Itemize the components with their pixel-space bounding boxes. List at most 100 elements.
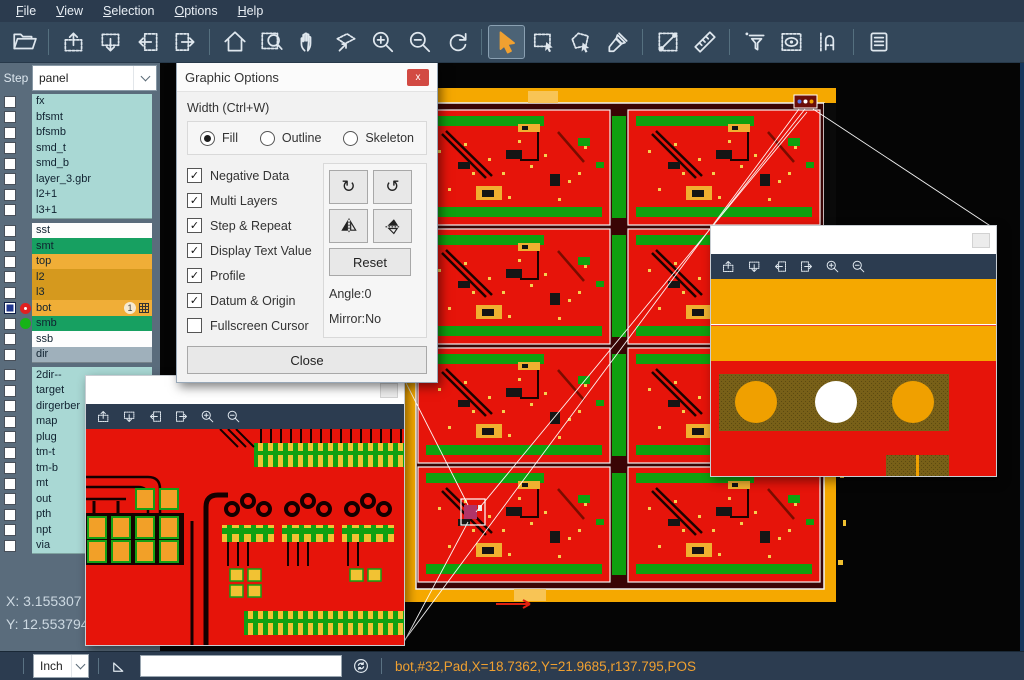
layer-visibility-checkbox[interactable]	[4, 400, 16, 412]
checkbox-box[interactable]: ✓	[187, 168, 202, 183]
select-cursor-button[interactable]	[489, 26, 524, 58]
layer-name[interactable]: smd_t	[32, 140, 152, 157]
layer-row-l2+1[interactable]: l2+1	[0, 187, 160, 203]
magnifier-window-detail[interactable]	[85, 375, 405, 646]
measure-diagonal-button[interactable]	[650, 26, 685, 58]
layer-row-l3+1[interactable]: l3+1	[0, 203, 160, 219]
layer-row-fx[interactable]: fx	[0, 94, 160, 110]
chevron-down-icon[interactable]	[71, 655, 88, 677]
layer-visibility-checkbox[interactable]	[4, 509, 16, 521]
checkbox-multi-layers[interactable]: ✓Multi Layers	[187, 188, 317, 213]
radio-circle[interactable]	[200, 131, 215, 146]
canvas-edge-scrollbar[interactable]	[1020, 62, 1024, 652]
ruler-button[interactable]	[687, 26, 722, 58]
import-right-button[interactable]	[167, 26, 202, 58]
layers-panel-button[interactable]	[861, 26, 896, 58]
layer-visibility-checkbox[interactable]	[4, 385, 16, 397]
layer-visibility-checkbox[interactable]	[4, 333, 16, 345]
zoom-out-button[interactable]	[226, 409, 241, 424]
magnifier-content-traces[interactable]	[86, 429, 404, 645]
checkbox-datum-origin[interactable]: ✓Datum & Origin	[187, 288, 317, 313]
import-up-button[interactable]	[721, 259, 736, 274]
layer-visibility-checkbox[interactable]	[4, 111, 16, 123]
layer-name[interactable]: fx	[32, 94, 152, 111]
import-down-button[interactable]	[122, 409, 137, 424]
unit-dropdown[interactable]: Inch	[33, 654, 89, 678]
mirror-horizontal-button[interactable]	[329, 209, 368, 243]
checkbox-box[interactable]: ✓	[187, 243, 202, 258]
layer-name[interactable]: smt	[32, 238, 152, 255]
zoom-out-button[interactable]	[851, 259, 866, 274]
layer-visibility-checkbox[interactable]	[4, 431, 16, 443]
zoom-in-button[interactable]	[200, 409, 215, 424]
layer-visibility-checkbox[interactable]	[4, 127, 16, 139]
layer-visibility-checkbox[interactable]	[4, 302, 16, 314]
radio-skeleton[interactable]: Skeleton	[343, 131, 414, 146]
layer-visibility-checkbox[interactable]	[4, 173, 16, 185]
radio-fill[interactable]: Fill	[200, 131, 238, 146]
snap-magnet-button[interactable]	[811, 26, 846, 58]
import-left-button[interactable]	[773, 259, 788, 274]
import-up-button[interactable]	[56, 26, 91, 58]
menu-selection[interactable]: Selection	[93, 2, 164, 20]
layer-name[interactable]: l2	[32, 269, 152, 286]
layer-row-bfsmt[interactable]: bfsmt	[0, 110, 160, 126]
layer-name[interactable]: bfsmb	[32, 125, 152, 142]
chevron-down-icon[interactable]	[133, 66, 156, 90]
minimize-icon[interactable]	[972, 233, 990, 248]
layer-name[interactable]: l3	[32, 285, 152, 302]
rotate-ccw-button[interactable]: ↺	[373, 170, 412, 204]
import-right-button[interactable]	[799, 259, 814, 274]
layer-visibility-checkbox[interactable]	[4, 447, 16, 459]
layer-row-top[interactable]: top	[0, 254, 160, 270]
layer-row-smd_t[interactable]: smd_t	[0, 141, 160, 157]
minimize-icon[interactable]	[380, 383, 398, 398]
layer-visibility-checkbox[interactable]	[4, 287, 16, 299]
layer-visibility-checkbox[interactable]	[4, 369, 16, 381]
layer-row-dir[interactable]: dir	[0, 347, 160, 363]
import-down-button[interactable]	[747, 259, 762, 274]
layer-row-bot[interactable]: bot1	[0, 301, 160, 317]
layer-name[interactable]: dir	[32, 347, 152, 364]
layer-name[interactable]: ssb	[32, 331, 152, 348]
checkbox-box[interactable]: ✓	[187, 293, 202, 308]
layer-visibility-checkbox[interactable]	[4, 478, 16, 490]
reset-button[interactable]: Reset	[329, 248, 411, 276]
import-up-button[interactable]	[96, 409, 111, 424]
menu-view[interactable]: View	[46, 2, 93, 20]
import-left-button[interactable]	[130, 26, 165, 58]
checkbox-display-text-value[interactable]: ✓Display Text Value	[187, 238, 317, 263]
layer-visibility-checkbox[interactable]	[4, 416, 16, 428]
layer-visibility-checkbox[interactable]	[4, 493, 16, 505]
radio-outline[interactable]: Outline	[260, 131, 322, 146]
pan-hand-button[interactable]	[291, 26, 326, 58]
checkbox-negative-data[interactable]: ✓Negative Data	[187, 163, 317, 188]
select-rect-button[interactable]	[526, 26, 561, 58]
zoom-region-button[interactable]	[254, 26, 289, 58]
layer-visibility-checkbox[interactable]	[4, 318, 16, 330]
zoom-out-button[interactable]	[402, 26, 437, 58]
layer-row-layer_3.gbr[interactable]: layer_3.gbr	[0, 172, 160, 188]
zoom-undo-button[interactable]	[439, 26, 474, 58]
magnifier-titlebar[interactable]	[711, 226, 996, 254]
layer-name[interactable]: smb	[32, 316, 152, 333]
layer-visibility-checkbox[interactable]	[4, 158, 16, 170]
zoom-in-button[interactable]	[825, 259, 840, 274]
checkbox-box[interactable]: ✓	[187, 268, 202, 283]
menu-file[interactable]: File	[6, 2, 46, 20]
magnifier-content-pads[interactable]	[711, 279, 996, 476]
layer-name[interactable]: bfsmt	[32, 109, 152, 126]
layer-visibility-checkbox[interactable]	[4, 204, 16, 216]
rotate-cw-button[interactable]: ↻	[329, 170, 368, 204]
close-button[interactable]: Close	[187, 346, 427, 374]
corner-angle-icon[interactable]	[110, 657, 128, 675]
checkbox-fullscreen-cursor[interactable]: Fullscreen Cursor	[187, 313, 317, 338]
layer-visibility-checkbox[interactable]	[4, 240, 16, 252]
layer-visibility-checkbox[interactable]	[4, 256, 16, 268]
layer-row-bfsmb[interactable]: bfsmb	[0, 125, 160, 141]
move-shape-button[interactable]	[328, 26, 363, 58]
select-poly-button[interactable]	[563, 26, 598, 58]
layer-name[interactable]: bot1	[32, 300, 152, 317]
layer-visibility-checkbox[interactable]	[4, 271, 16, 283]
checkbox-step-repeat[interactable]: ✓Step & Repeat	[187, 213, 317, 238]
